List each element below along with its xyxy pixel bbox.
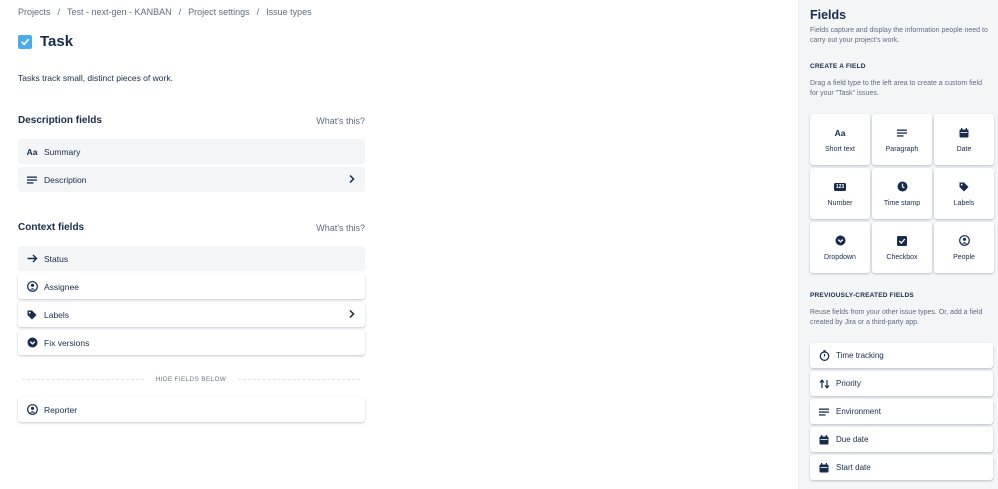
prev-field-priority[interactable]: Priority [810, 371, 993, 396]
hide-fields-label: HIDE FIELDS BELOW [155, 376, 227, 383]
field-row-description[interactable]: Description [18, 167, 365, 192]
breadcrumb-project-settings[interactable]: Project settings [188, 7, 250, 17]
tile-date[interactable]: Date [934, 114, 994, 165]
tile-label: Time stamp [883, 199, 921, 207]
prev-field-label: Environment [836, 407, 881, 416]
breadcrumb-separator: / [178, 7, 182, 17]
title-row: Task [18, 33, 73, 50]
tile-label: Number [827, 199, 853, 207]
number-glyph: 123 [834, 182, 846, 191]
tile-label: Paragraph [885, 145, 919, 153]
fields-panel: Fields Fields capture and display the in… [798, 0, 998, 489]
priority-icon [818, 378, 830, 390]
panel-subtitle: Fields capture and display the informati… [810, 27, 988, 44]
prev-field-start-date[interactable]: Start date [810, 455, 993, 480]
chevron-right-icon[interactable] [348, 309, 356, 321]
previous-fields-heading: PREVIOUSLY-CREATED FIELDS [810, 292, 914, 299]
arrow-right-icon [26, 253, 38, 265]
number-icon: 123 [834, 181, 846, 193]
panel-title: Fields [810, 8, 847, 22]
previous-fields-text: Reuse fields from your other issue types… [810, 309, 983, 326]
tile-labels[interactable]: Labels [934, 168, 994, 219]
field-label: Reporter [44, 404, 78, 415]
chevron-right-icon[interactable] [348, 174, 356, 186]
field-row-fix-versions[interactable]: Fix versions [18, 330, 365, 355]
field-label: Fix versions [44, 337, 90, 348]
person-icon [26, 281, 38, 293]
breadcrumb-separator: / [256, 7, 260, 17]
short-text-icon: Aa [834, 127, 846, 138]
tile-dropdown[interactable]: Dropdown [810, 222, 870, 273]
field-row-labels[interactable]: Labels [18, 302, 365, 327]
paragraph-icon [897, 127, 907, 139]
stopwatch-icon [818, 350, 830, 362]
prev-field-time-tracking[interactable]: Time tracking [810, 343, 993, 368]
clock-icon [897, 181, 908, 193]
tile-people[interactable]: People [934, 222, 994, 273]
tile-label: Dropdown [824, 253, 856, 261]
description-fields-header: Description fields What's this? [18, 115, 365, 126]
tile-label: Labels [953, 199, 975, 207]
dropdown-icon [835, 235, 846, 247]
tile-number[interactable]: 123 Number [810, 168, 870, 219]
field-row-assignee[interactable]: Assignee [18, 274, 365, 299]
description-fields-title: Description fields [18, 115, 102, 126]
create-field-text: Drag a field type to the left area to cr… [810, 80, 982, 97]
tile-checkbox[interactable]: Checkbox [872, 222, 932, 273]
text-icon: Aa [26, 146, 38, 157]
field-row-reporter[interactable]: Reporter [18, 397, 365, 422]
breadcrumb-projects[interactable]: Projects [18, 7, 51, 17]
breadcrumb: Projects / Test - next-gen - KANBAN / Pr… [18, 7, 312, 17]
page-title[interactable]: Task [40, 33, 73, 50]
calendar-icon [959, 127, 969, 139]
prev-field-label: Due date [836, 435, 869, 444]
context-fields-header: Context fields What's this? [18, 222, 365, 233]
field-row-summary[interactable]: Aa Summary [18, 139, 365, 164]
whats-this-link[interactable]: What's this? [316, 116, 365, 126]
tile-label: Checkbox [886, 253, 918, 261]
prev-field-label: Time tracking [836, 351, 884, 360]
breadcrumb-separator: / [57, 7, 61, 17]
tile-time-stamp[interactable]: Time stamp [872, 168, 932, 219]
whats-this-link[interactable]: What's this? [316, 223, 365, 233]
prev-field-label: Start date [836, 463, 871, 472]
field-label: Description [44, 174, 87, 185]
field-row-status[interactable]: Status [18, 246, 365, 271]
tag-icon [959, 181, 969, 193]
breadcrumb-issue-types[interactable]: Issue types [266, 7, 312, 17]
person-icon [958, 235, 970, 247]
calendar-icon [818, 434, 830, 446]
calendar-icon [818, 462, 830, 474]
prev-field-due-date[interactable]: Due date [810, 427, 993, 452]
task-icon [18, 34, 32, 49]
paragraph-icon [818, 406, 830, 418]
tile-label: Short text [825, 145, 855, 153]
field-label: Assignee [44, 281, 79, 292]
prev-field-label: Priority [836, 379, 861, 388]
tile-label: People [953, 253, 975, 261]
tile-short-text[interactable]: Aa Short text [810, 114, 870, 165]
tile-label: Date [956, 145, 972, 153]
person-icon [26, 404, 38, 416]
checkbox-icon [897, 235, 907, 247]
field-label: Status [44, 253, 69, 264]
tag-icon [26, 309, 38, 321]
field-label: Labels [44, 309, 70, 320]
prev-field-environment[interactable]: Environment [810, 399, 993, 424]
create-field-heading: CREATE A FIELD [810, 63, 866, 70]
field-label: Summary [44, 146, 81, 157]
breadcrumb-project[interactable]: Test - next-gen - KANBAN [67, 7, 172, 17]
issue-type-description[interactable]: Tasks track small, distinct pieces of wo… [18, 73, 173, 83]
context-fields-title: Context fields [18, 222, 85, 233]
chevron-circle-icon [26, 337, 38, 349]
hide-fields-divider: HIDE FIELDS BELOW [22, 376, 361, 383]
paragraph-icon [26, 174, 38, 186]
tile-paragraph[interactable]: Paragraph [872, 114, 932, 165]
